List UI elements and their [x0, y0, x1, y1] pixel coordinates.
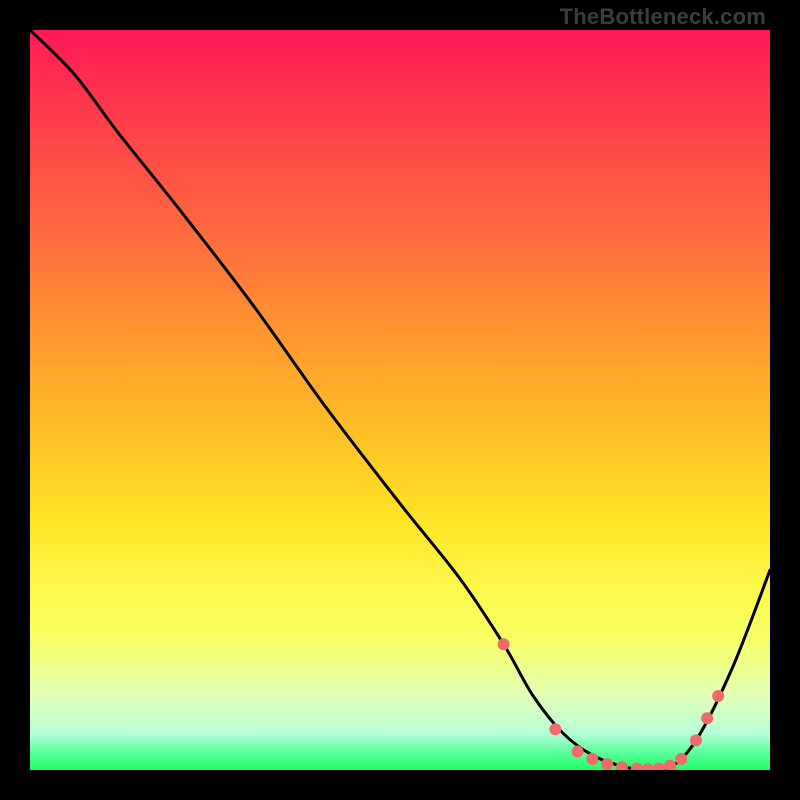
chart-frame [0, 0, 800, 800]
watermark-label: TheBottleneck.com [560, 4, 766, 30]
